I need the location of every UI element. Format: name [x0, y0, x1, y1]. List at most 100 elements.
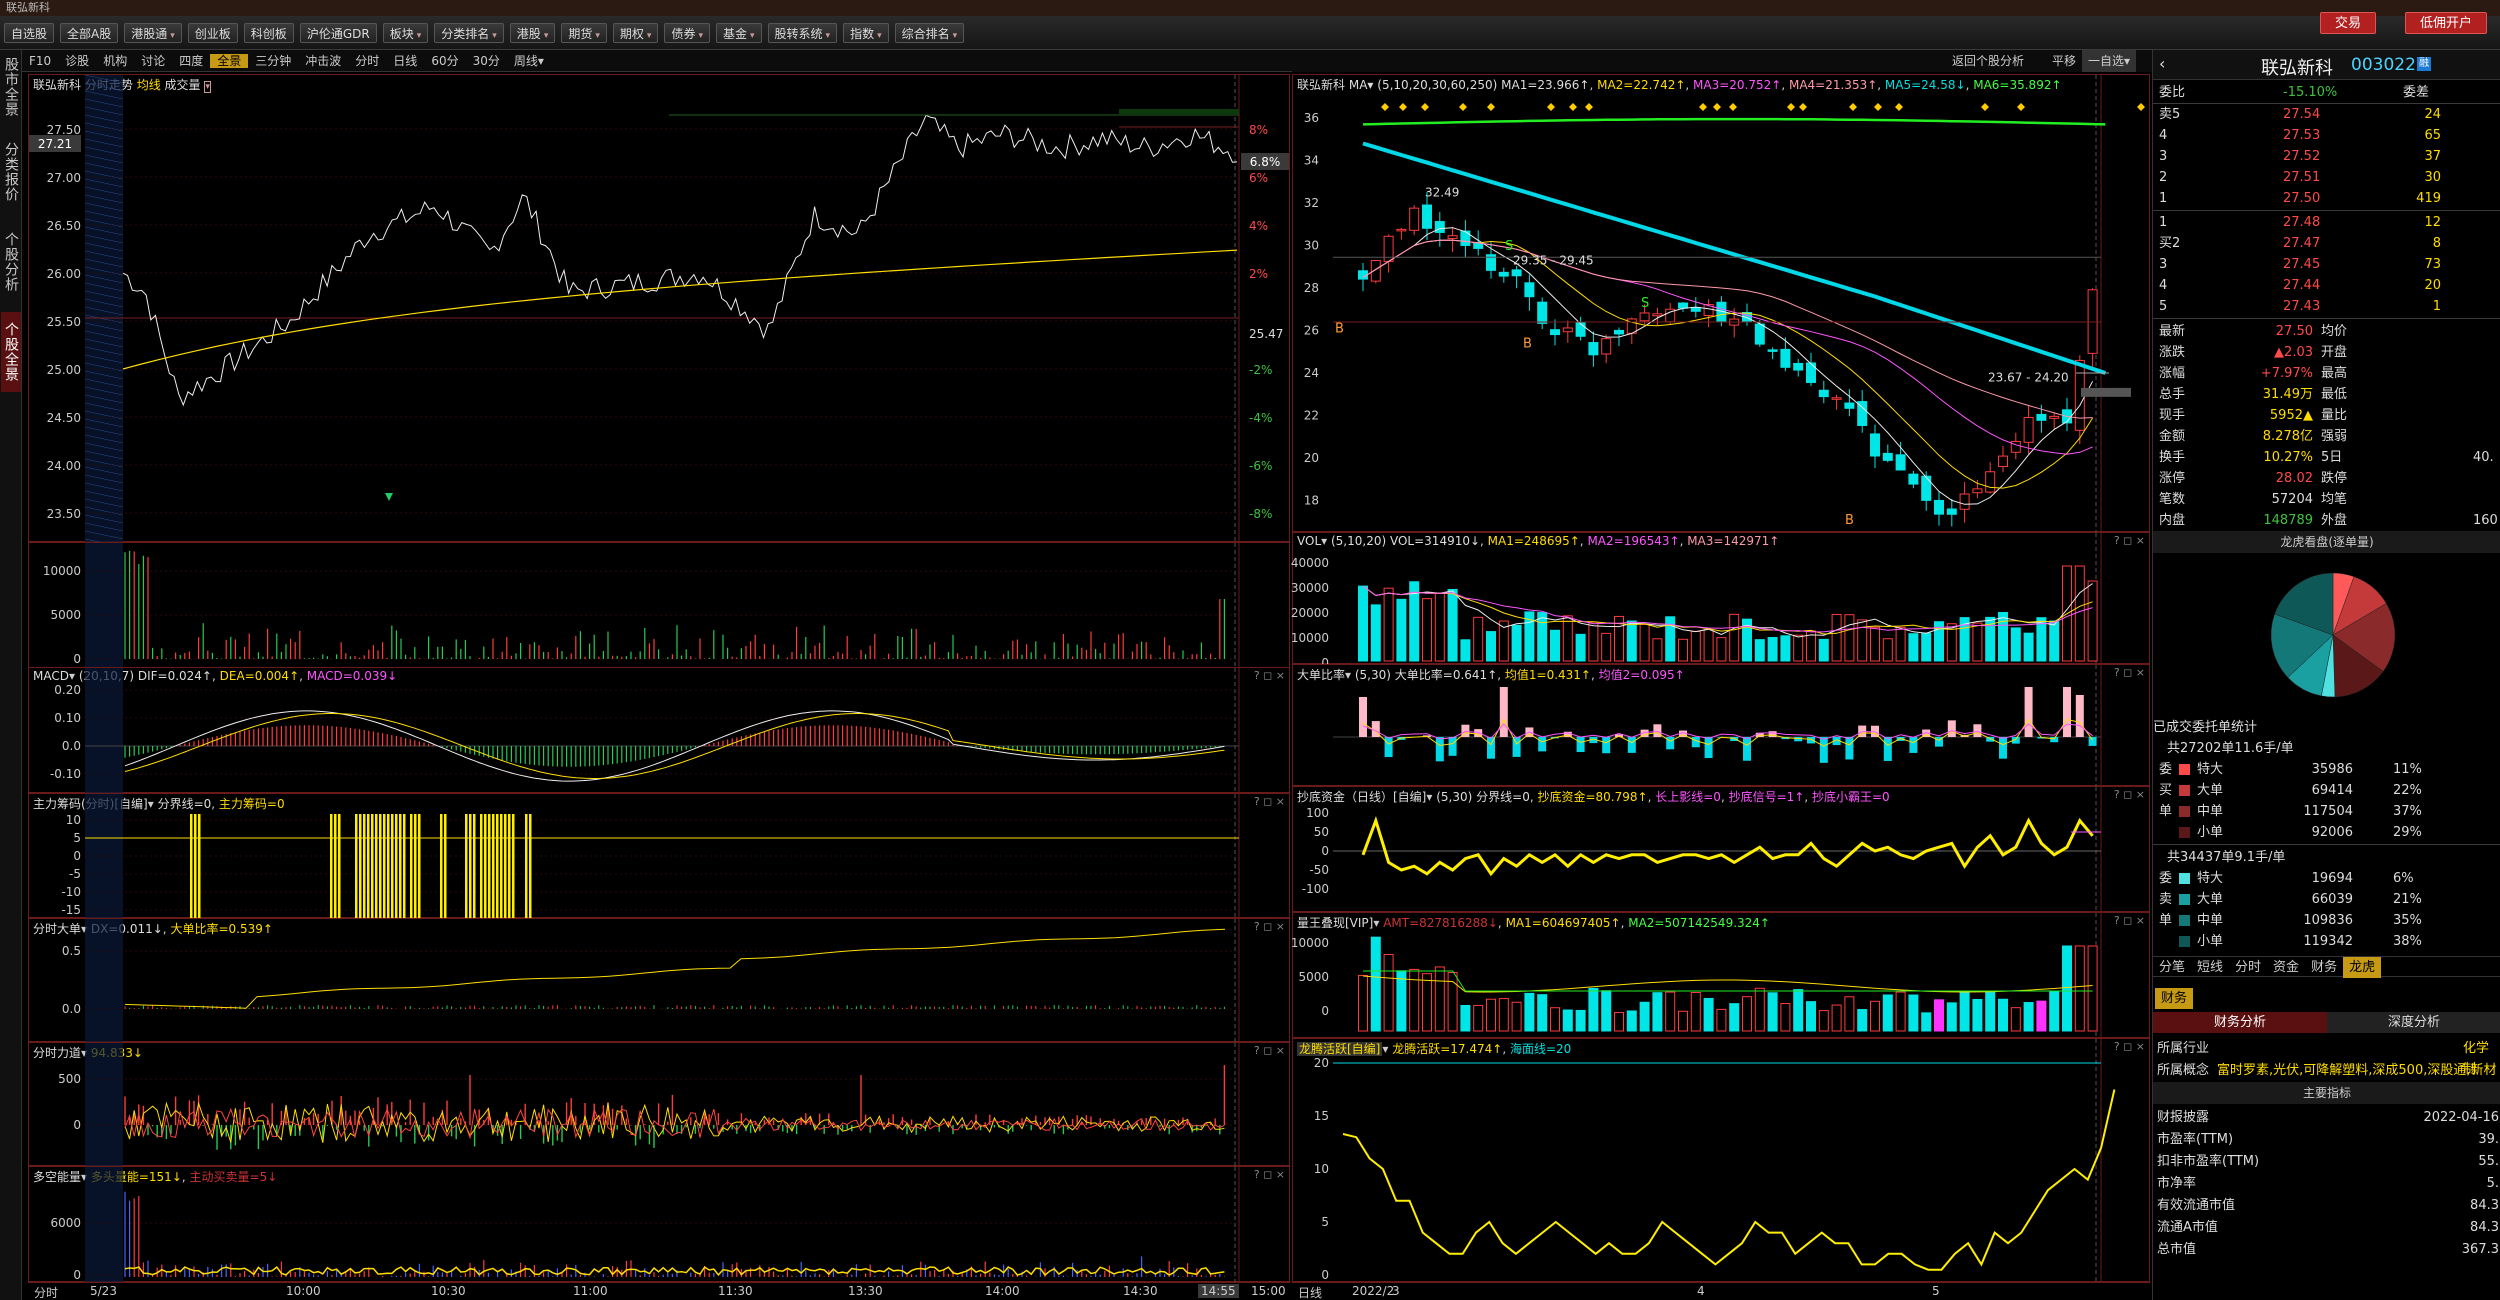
chip-label: 5 [73, 831, 81, 845]
menu-item-5[interactable]: 沪伦通GDR [299, 23, 377, 43]
tab-10[interactable]: 60分 [424, 54, 465, 68]
bigorder-ratio-line [124, 928, 1226, 1009]
menu-item-1[interactable]: 全部A股 [60, 23, 119, 43]
pre-market-zone [85, 75, 123, 543]
menu-item-14[interactable]: 指数 ▾ [843, 23, 889, 43]
tab-4[interactable]: 四度 [172, 54, 210, 68]
ma-line [1362, 239, 2093, 419]
finance-subtabs: 财务分析 深度分析 [2153, 1012, 2500, 1034]
bid-row[interactable]: 4 27.44 20 [2153, 275, 2500, 296]
menu-item-2[interactable]: 港股通 ▾ [124, 23, 182, 43]
tab-5[interactable]: 全景 [210, 54, 249, 68]
back-analysis-link[interactable]: 返回个股分析 [1952, 50, 2024, 72]
menu-item-8[interactable]: 港股 ▾ [509, 23, 556, 43]
tab-9[interactable]: 日线 [386, 54, 424, 68]
vtab-stock-panorama[interactable]: 个股全景 [1, 312, 21, 392]
chip-label: -5 [69, 867, 81, 881]
vtab-stock-analysis[interactable]: 个股分析 [1, 222, 21, 302]
vtab-category[interactable]: 分类报价 [1, 132, 21, 212]
btab-5[interactable]: 龙虎 [2343, 957, 2382, 978]
kvol-bar [1831, 613, 1842, 662]
menu-item-11[interactable]: 债券 ▾ [664, 23, 710, 43]
signal-diamond-icon [2137, 103, 2145, 111]
menu-item-0[interactable]: 自选股 [4, 23, 55, 43]
back-arrow-icon[interactable]: ‹ [2159, 54, 2165, 73]
pre-market-zone [85, 1043, 123, 1167]
menu-item-12[interactable]: 基金 ▾ [715, 23, 762, 43]
tab-11[interactable]: 30分 [466, 54, 507, 68]
bottom-fund-label: -100 [1302, 882, 1329, 896]
flat-button[interactable]: 平移 [2052, 50, 2076, 72]
current-pct: 6.8% [1250, 155, 1281, 169]
finance-header: 财务 [2153, 988, 2500, 1009]
menu-item-15[interactable]: 综合排名 ▾ [894, 23, 965, 43]
menu-item-10[interactable]: 期权 ▾ [612, 23, 659, 43]
kline-y-label: 32 [1304, 196, 1319, 210]
menu-item-9[interactable]: 期货 ▾ [561, 23, 607, 43]
ask-volume: 24 [2424, 107, 2441, 122]
chip-bar [375, 814, 378, 919]
bottom-fund-panel: 抄底资金（日线）[自编]▾ (5,30) 分界线=0, 抄底资金=80.798↑… [1292, 786, 2150, 913]
kline-y-label: 30 [1304, 239, 1319, 253]
stat-row: 换手 10.27% 5日 40. [2153, 447, 2500, 468]
kvol-bar [1383, 587, 1394, 662]
ask-row[interactable]: 4 27.53 65 [2153, 125, 2500, 146]
menu-item-13[interactable]: 股转系统 ▾ [767, 23, 838, 43]
tab-0[interactable]: F10 [22, 54, 58, 68]
tab-12[interactable]: 周线▾ [507, 54, 551, 68]
dragon-label: 15 [1314, 1109, 1329, 1123]
kbig-bar [1474, 729, 1483, 737]
bid-row[interactable]: 买2 27.47 8 [2153, 233, 2500, 254]
deep-analysis-tab[interactable]: 深度分析 [2327, 1012, 2500, 1033]
tab-1[interactable]: 诊股 [58, 54, 96, 68]
btab-0[interactable]: 分笔 [2153, 957, 2191, 978]
finance-tab[interactable]: 财务 [2155, 988, 2194, 1009]
vtab-market[interactable]: 股市全景 [1, 52, 21, 122]
kvol-bar [1601, 632, 1612, 662]
open-account-button[interactable]: 低佣开户 [2405, 12, 2488, 34]
bid-volume: 1 [2432, 299, 2441, 314]
kvol-bar [1370, 604, 1381, 662]
finance-row: 总市值 367.3 [2153, 1239, 2500, 1260]
tab-6[interactable]: 三分钟 [248, 54, 298, 68]
tab-8[interactable]: 分时 [348, 54, 386, 68]
tab-2[interactable]: 机构 [96, 54, 134, 68]
trade-button[interactable]: 交易 [2320, 12, 2377, 34]
bid-row[interactable]: 3 27.45 73 [2153, 254, 2500, 275]
watchlist-select[interactable]: 一自选▾ [2082, 50, 2137, 72]
bid-row[interactable]: 1 27.48 12 [2153, 212, 2500, 233]
ask-row[interactable]: 卖5 27.54 24 [2153, 104, 2500, 125]
menu-item-3[interactable]: 创业板 [187, 23, 238, 43]
menu-item-4[interactable]: 科创板 [243, 23, 294, 43]
menu-item-label: 全部A股 [67, 27, 112, 41]
pct-label: -6% [1249, 459, 1272, 473]
bid-row[interactable]: 5 27.43 1 [2153, 296, 2500, 317]
candle-body [1690, 306, 1701, 312]
x-label[interactable]: 分时 [34, 1284, 58, 1300]
force-label: 500 [58, 1072, 81, 1086]
left-vertical-tabs: 股市全景 分类报价 个股分析 个股全景 [0, 50, 22, 1300]
ask-row[interactable]: 2 27.51 30 [2153, 167, 2500, 188]
tab-7[interactable]: 冲击波 [298, 54, 348, 68]
main-index-title: 主要指标 [2153, 1082, 2500, 1104]
ask-row[interactable]: 1 27.50 419 [2153, 188, 2500, 209]
signal-diamond-icon [1895, 103, 1903, 111]
chevron-down-icon: ▾ [825, 31, 831, 41]
btab-4[interactable]: 财务 [2305, 957, 2343, 978]
tab-3[interactable]: 讨论 [134, 54, 172, 68]
x-label[interactable]: 日线 [1298, 1284, 1322, 1300]
btab-3[interactable]: 资金 [2267, 957, 2305, 978]
kbig-bar [2063, 687, 2071, 737]
intraday-volume-panel: 10000 5000 0 [28, 542, 1290, 688]
menu-item-6[interactable]: 板块 ▾ [382, 23, 429, 43]
menu-item-7[interactable]: 分类排名 ▾ [434, 23, 504, 43]
order-ratio-row: 委比 -15.10% 委差 [2153, 82, 2500, 103]
kbig-bar [1487, 737, 1495, 759]
btab-2[interactable]: 分时 [2229, 957, 2267, 978]
ask-row[interactable]: 3 27.52 37 [2153, 146, 2500, 167]
volume-king-bar [1985, 990, 1996, 1032]
x-label: 11:00 [573, 1284, 608, 1298]
btab-1[interactable]: 短线 [2191, 957, 2229, 978]
signal-diamond-icon [1799, 103, 1807, 111]
finance-analysis-tab[interactable]: 财务分析 [2153, 1012, 2327, 1033]
